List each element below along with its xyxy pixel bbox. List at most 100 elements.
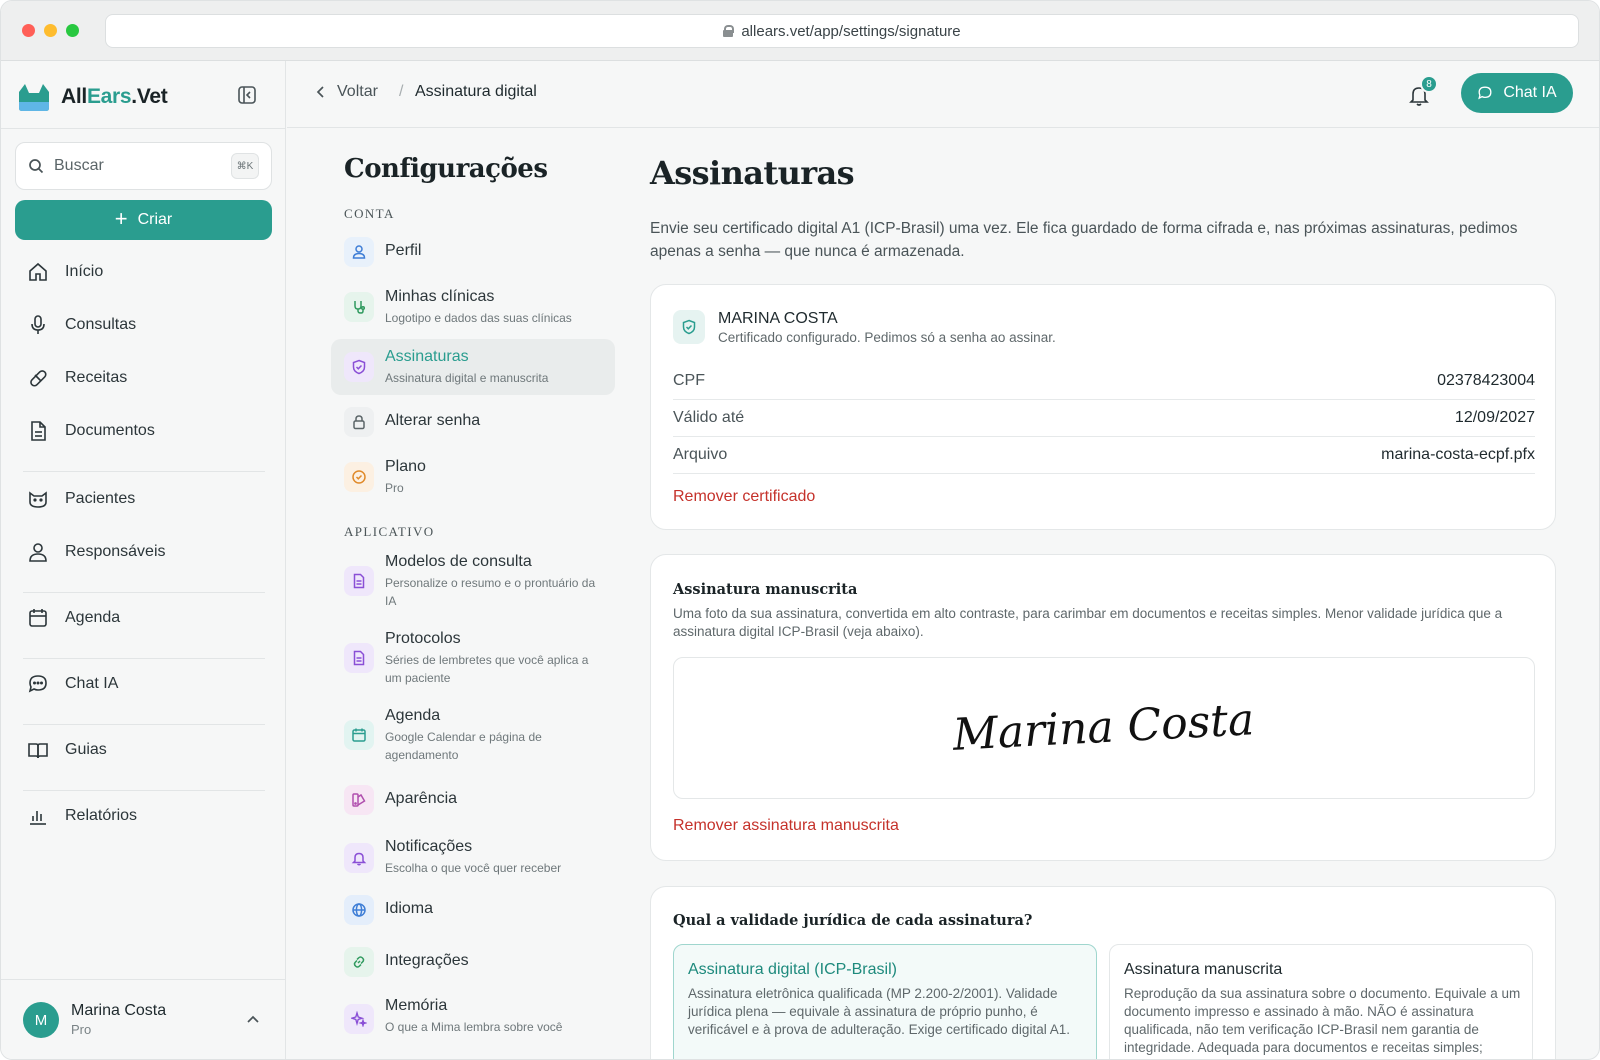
sidebar-item-label: Chat IA	[65, 675, 119, 692]
cat-face-icon	[29, 491, 47, 508]
shield-check-icon	[673, 310, 705, 344]
settings-item-memoria[interactable]: Memória O que a Mima lembra sobre você	[331, 992, 615, 1046]
chat-bubble-icon	[1478, 86, 1492, 100]
legal-manual-box: Assinatura manuscrita Reprodução da sua …	[1109, 944, 1533, 1059]
signature-text: Marina Costa	[951, 694, 1256, 761]
calendar-icon	[344, 720, 374, 750]
sidebar-item-pacientes[interactable]: Pacientes	[27, 484, 135, 514]
sidebar-item-label: Consultas	[65, 316, 137, 333]
link-icon	[344, 947, 374, 977]
group-label-app: APLICATIVO	[344, 524, 435, 539]
handwritten-title: Assinatura manuscrita	[673, 581, 858, 598]
chat-ia-button[interactable]: Chat IA	[1461, 73, 1573, 113]
sidebar-item-consultas[interactable]: Consultas	[27, 310, 136, 340]
shield-check-icon	[344, 352, 374, 382]
settings-item-sub: O que a Mima lembra sobre você	[385, 1020, 563, 1034]
collapse-sidebar-icon[interactable]	[237, 85, 257, 105]
settings-item-notificacoes[interactable]: Notificações Escolha o que você quer rec…	[331, 831, 615, 885]
settings-item-sub: Personalize o resumo e o prontuário da I…	[385, 576, 596, 608]
address-bar[interactable]: allears.vet/app/settings/signature	[105, 14, 1579, 48]
row-label: Arquivo	[673, 446, 728, 463]
legal-digital-text: Assinatura eletrônica qualificada (MP 2.…	[688, 986, 1070, 1037]
search-input[interactable]: Buscar ⌘K	[15, 142, 272, 190]
topbar: Voltar / Assinatura digital 8 Chat IA	[287, 61, 1599, 128]
person-icon	[29, 543, 47, 562]
remove-handwritten-link[interactable]: Remover assinatura manuscrita	[673, 817, 899, 835]
sidebar-item-agenda[interactable]: Agenda	[27, 603, 120, 633]
user-name: Marina Costa	[71, 1002, 167, 1019]
sidebar-item-guias[interactable]: Guias	[27, 735, 107, 765]
sidebar-item-receitas[interactable]: Receitas	[27, 363, 127, 393]
page-description: Envie seu certificado digital A1 (ICP-Br…	[650, 220, 1518, 260]
settings-item-sub: Assinatura digital e manuscrita	[385, 371, 549, 385]
certificate-row-file: Arquivo marina-costa-ecpf.pfx	[673, 437, 1535, 473]
row-label: CPF	[673, 372, 705, 389]
notification-badge: 8	[1420, 75, 1438, 93]
settings-item-plano[interactable]: Plano Pro	[331, 451, 615, 503]
settings-item-integracoes[interactable]: Integrações	[331, 939, 615, 985]
lock-icon	[723, 25, 735, 37]
settings-item-modelos[interactable]: Modelos de consulta Personalize o resumo…	[331, 548, 615, 614]
divider	[23, 471, 265, 472]
settings-item-perfil[interactable]: Perfil	[331, 229, 615, 275]
url-text: allears.vet/app/settings/signature	[741, 22, 961, 40]
home-icon	[29, 262, 47, 281]
chevron-up-icon[interactable]	[245, 1012, 261, 1028]
settings-item-aparencia[interactable]: Aparência	[331, 777, 615, 823]
sidebar-item-label: Pacientes	[65, 490, 136, 507]
user-menu[interactable]: M Marina Costa Pro	[1, 979, 286, 1059]
sidebar-item-inicio[interactable]: Início	[27, 257, 103, 287]
settings-item-label: Perfil	[385, 242, 422, 259]
bell-icon	[344, 843, 374, 873]
remove-certificate-link[interactable]: Remover certificado	[673, 488, 815, 506]
row-value: 02378423004	[1437, 372, 1535, 389]
certificate-status: Certificado configurado. Pedimos só a se…	[718, 330, 1056, 345]
sidebar-item-chat[interactable]: Chat IA	[27, 669, 118, 699]
certificate-card: MARINA COSTA Certificado configurado. Pe…	[650, 284, 1556, 530]
brand[interactable]: AllEars.Vet	[17, 79, 168, 115]
sidebar-item-documentos[interactable]: Documentos	[27, 416, 155, 446]
book-icon	[28, 743, 48, 759]
microphone-icon	[31, 315, 45, 334]
settings-item-label: Protocolos	[385, 630, 461, 647]
divider	[23, 658, 265, 659]
sidebar: AllEars.Vet Buscar ⌘K + Criar Início Con…	[1, 61, 286, 1059]
settings-item-label: Minhas clínicas	[385, 288, 495, 305]
settings-item-label: Agenda	[385, 707, 441, 724]
sidebar-item-responsaveis[interactable]: Responsáveis	[27, 537, 166, 567]
document-icon	[344, 643, 374, 673]
sidebar-item-label: Início	[65, 263, 104, 280]
settings-item-label: Modelos de consulta	[385, 553, 532, 570]
page-title: Assinaturas	[650, 154, 855, 192]
app-window: allears.vet/app/settings/signature AllEa…	[0, 0, 1600, 1060]
back-button[interactable]: Voltar	[315, 83, 378, 101]
legal-digital-box: Assinatura digital (ICP-Brasil) Assinatu…	[673, 944, 1097, 1059]
maximize-window-button[interactable]	[66, 24, 79, 37]
divider	[23, 724, 265, 725]
create-button[interactable]: + Criar	[15, 200, 272, 240]
cat-logo-icon	[19, 84, 49, 111]
settings-item-assinaturas[interactable]: Assinaturas Assinatura digital e manuscr…	[331, 339, 615, 395]
settings-item-agenda[interactable]: Agenda Google Calendar e página de agend…	[331, 702, 615, 768]
chat-ia-label: Chat IA	[1503, 84, 1557, 101]
create-button-label: Criar	[137, 211, 173, 228]
settings-item-label: Integrações	[385, 952, 469, 969]
settings-item-label: Idioma	[385, 900, 434, 917]
row-label: Válido até	[673, 409, 745, 426]
globe-icon	[344, 895, 374, 925]
sidebar-item-relatorios[interactable]: Relatórios	[27, 801, 137, 831]
minimize-window-button[interactable]	[44, 24, 57, 37]
settings-item-senha[interactable]: Alterar senha	[331, 399, 615, 445]
settings-item-idioma[interactable]: Idioma	[331, 887, 615, 933]
sidebar-item-label: Responsáveis	[65, 543, 166, 560]
browser-chrome: allears.vet/app/settings/signature	[1, 1, 1599, 61]
settings-title: Configurações	[344, 154, 548, 184]
certificate-holder: MARINA COSTA	[718, 310, 838, 327]
settings-item-protocolos[interactable]: Protocolos Séries de lembretes que você …	[331, 625, 615, 691]
breadcrumb-current: Assinatura digital	[415, 83, 537, 100]
legal-validity-card: Qual a validade jurídica de cada assinat…	[650, 886, 1556, 1059]
calendar-icon	[29, 609, 47, 627]
stethoscope-icon	[344, 292, 374, 322]
close-window-button[interactable]	[22, 24, 35, 37]
settings-item-clinicas[interactable]: Minhas clínicas Logotipo e dados das sua…	[331, 281, 615, 333]
